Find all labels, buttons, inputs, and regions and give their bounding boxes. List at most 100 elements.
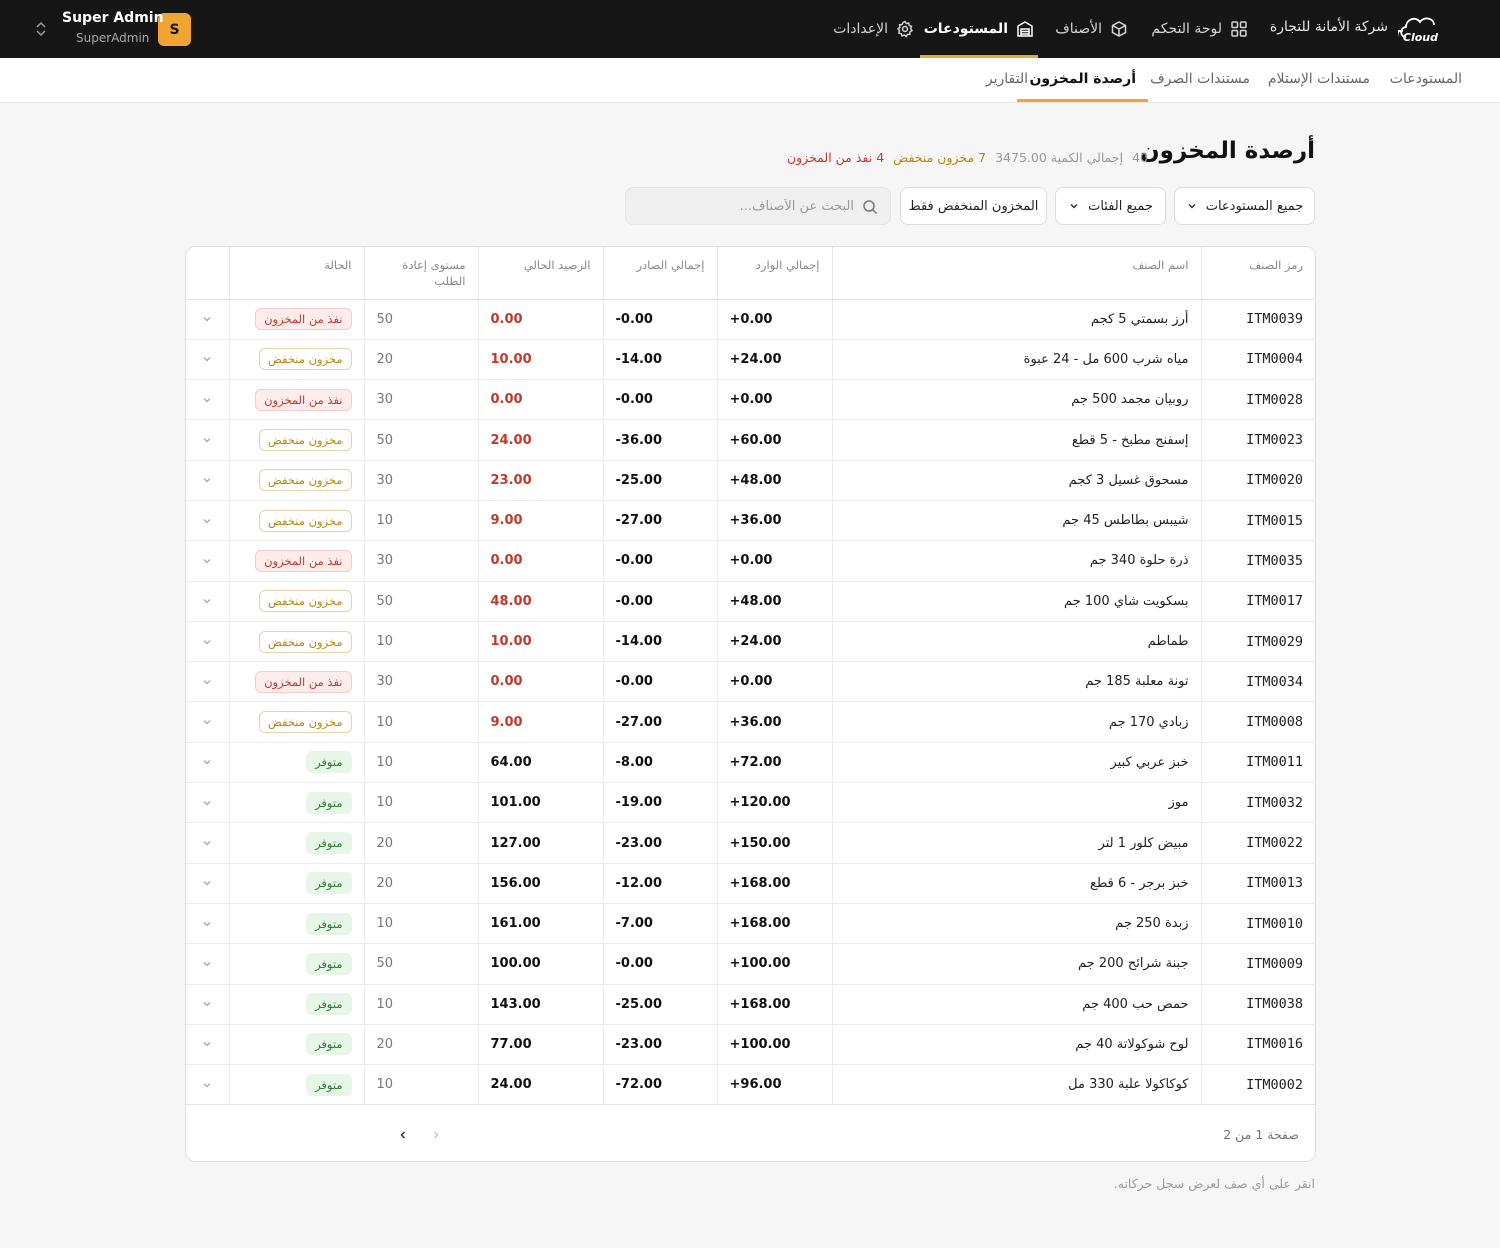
nav-settings[interactable]: الإعدادات: [833, 0, 914, 58]
item-name: جبنة شرائح 200 جم: [831, 943, 1201, 985]
nav-dashboard[interactable]: لوحة التحكم: [1151, 0, 1248, 58]
total-in: +100.00: [716, 943, 832, 985]
item-code: ITM0020: [1200, 460, 1315, 501]
col-code[interactable]: رمز الصنف: [1200, 247, 1315, 300]
table-row[interactable]: ITM0010 زبدة 250 جم +168.00 -7.00 161.00 10 مت…: [186, 903, 1315, 945]
chevron-down-icon: [203, 478, 211, 483]
table-row[interactable]: ITM0016 لوح شوكولاتة 40 جم +100.00 -23.00 77…: [186, 1024, 1315, 1066]
table-row[interactable]: ITM0023 إسفنج مطبخ - 5 قطع +60.00 -36.00 24.…: [186, 419, 1315, 461]
total-in: +0.00: [716, 379, 832, 421]
chevron-down-icon: [203, 961, 211, 967]
expand-row-button[interactable]: [186, 419, 229, 461]
table-row[interactable]: ITM0020 مسحوق غسيل 3 كجم +48.00 -25.00 23.00…: [186, 460, 1315, 501]
expand-row-button[interactable]: [186, 943, 229, 985]
item-name: حمص حب 400 جم: [831, 984, 1201, 1025]
table-row[interactable]: ITM0002 كوكاكولا علبة 330 مل +96.00 -72.00 2…: [186, 1064, 1315, 1106]
table-row[interactable]: ITM0039 أرز بسمتي 5 كجم +0.00 -0.00 0.00 50 نف…: [186, 299, 1315, 340]
total-in: +168.00: [716, 903, 832, 945]
nav-dashboard-label: لوحة التحكم: [1151, 21, 1222, 37]
category-filter[interactable]: جميع الفئات: [1055, 187, 1166, 225]
col-status[interactable]: الحالة: [228, 247, 364, 300]
reorder-level: 50: [363, 419, 478, 461]
next-page-button[interactable]: [393, 1125, 413, 1145]
total-in: +24.00: [716, 621, 832, 663]
expand-row-button[interactable]: [186, 540, 229, 582]
table-row[interactable]: ITM0035 ذرة حلوة 340 جم +0.00 -0.00 0.00 30 نف…: [186, 540, 1315, 582]
table-row[interactable]: ITM0011 خبز عربي كبير +72.00 -8.00 64.00 10 مت…: [186, 742, 1315, 784]
tab-balances[interactable]: أرصدة المخزون: [1017, 58, 1148, 102]
total-in: +48.00: [716, 581, 832, 622]
current-balance: 48.00: [477, 581, 603, 622]
table-row[interactable]: ITM0009 جبنة شرائح 200 جم +100.00 -0.00 100.…: [186, 943, 1315, 985]
total-out: -19.00: [602, 782, 717, 824]
total-in: +168.00: [716, 984, 832, 1025]
table-row[interactable]: ITM0022 مبيض كلور 1 لتر +150.00 -23.00 127.0…: [186, 822, 1315, 864]
expand-row-button[interactable]: [186, 1064, 229, 1106]
status-badge: مخزون منخفض: [258, 348, 352, 371]
search-input[interactable]: [644, 188, 854, 224]
total-quantity: إجمالي الكمية 3475.00: [995, 150, 1124, 165]
expand-row-button[interactable]: [186, 984, 229, 1025]
table-row[interactable]: ITM0004 مياه شرب 600 مل - 24 عبوة +24.00 -1…: [186, 339, 1315, 381]
chevron-down-icon: [203, 720, 211, 725]
col-balance[interactable]: الرصيد الحالي: [477, 247, 603, 300]
item-code: ITM0028: [1200, 379, 1315, 421]
nav-items[interactable]: الأصناف: [1055, 0, 1128, 58]
reorder-level: 50: [363, 299, 478, 340]
expand-row-button[interactable]: [186, 782, 229, 824]
reorder-level: 20: [363, 822, 478, 864]
table-row[interactable]: ITM0008 زبادي 170 جم +36.00 -27.00 9.00 10 مخز…: [186, 701, 1315, 743]
expand-row-button[interactable]: [186, 822, 229, 864]
expand-row-button[interactable]: [186, 903, 229, 945]
low-stock-only-button[interactable]: المخزون المنخفض فقط: [900, 187, 1047, 225]
item-code: ITM0039: [1200, 299, 1315, 340]
row-click-hint: انقر على أي صف لعرض سجل حركاته.: [1113, 1176, 1315, 1191]
table-row[interactable]: ITM0034 تونة معلبة 185 جم +0.00 -0.00 0.00 30…: [186, 661, 1315, 703]
expand-row-button[interactable]: [186, 299, 229, 340]
warehouse-filter[interactable]: جميع المستودعات: [1174, 187, 1315, 225]
chevron-up-down-icon[interactable]: [34, 20, 48, 38]
box-icon: [1111, 21, 1127, 37]
expand-row-button[interactable]: [186, 379, 229, 421]
prev-page-button[interactable]: [426, 1125, 446, 1145]
expand-row-button[interactable]: [186, 581, 229, 622]
total-out: -27.00: [602, 701, 717, 743]
item-name: ذرة حلوة 340 جم: [831, 540, 1201, 582]
col-reorder[interactable]: مستوى إعادة الطلب: [363, 247, 478, 300]
expand-row-button[interactable]: [186, 701, 229, 743]
tab-issues[interactable]: مستندات الصرف: [1150, 58, 1250, 102]
expand-row-button[interactable]: [186, 500, 229, 542]
expand-row-button[interactable]: [186, 1024, 229, 1066]
chevron-down-icon: [203, 921, 211, 927]
total-in: +100.00: [716, 1024, 832, 1066]
emtcloud-logo[interactable]: EMT Cloud: [1398, 13, 1474, 45]
tab-reports[interactable]: التقارير: [986, 58, 1028, 102]
warehouse-icon: [1017, 21, 1033, 37]
reorder-level: 10: [363, 701, 478, 743]
table-row[interactable]: ITM0013 خبز برجر - 6 قطع +168.00 -12.00 156.…: [186, 863, 1315, 904]
tab-warehouses[interactable]: المستودعات: [1390, 58, 1462, 102]
table-row[interactable]: ITM0029 طماطم +24.00 -14.00 10.00 10 مخزون منخ…: [186, 621, 1315, 663]
table-row[interactable]: ITM0017 بسكويت شاي 100 جم +48.00 -0.00 48.00…: [186, 581, 1315, 622]
expand-row-button[interactable]: [186, 863, 229, 904]
table-row[interactable]: ITM0032 موز +120.00 -19.00 101.00 10 متوفر: [186, 782, 1315, 824]
expand-row-button[interactable]: [186, 742, 229, 784]
tab-receipts[interactable]: مستندات الإستلام: [1268, 58, 1370, 102]
nav-warehouses[interactable]: المستودعات: [919, 0, 1039, 58]
item-code: ITM0011: [1200, 742, 1315, 784]
expand-row-button[interactable]: [186, 460, 229, 501]
low-stock-only-label: المخزون المنخفض فقط: [908, 198, 1039, 214]
status-badge: نفذ من المخزون: [255, 670, 352, 693]
total-in: +72.00: [716, 742, 832, 784]
item-name: كوكاكولا علبة 330 مل: [831, 1064, 1201, 1106]
expand-row-button[interactable]: [186, 339, 229, 381]
expand-row-button[interactable]: [186, 661, 229, 703]
expand-row-button[interactable]: [186, 621, 229, 663]
col-name[interactable]: اسم الصنف: [831, 247, 1201, 300]
chevron-down-icon: [203, 1002, 211, 1007]
table-row[interactable]: ITM0038 حمص حب 400 جم +168.00 -25.00 143.00 1…: [186, 984, 1315, 1025]
col-total-in[interactable]: إجمالي الوارد: [716, 247, 832, 300]
col-total-out[interactable]: إجمالي الصادر: [602, 247, 717, 300]
table-row[interactable]: ITM0015 شيبس بطاطس 45 جم +36.00 -27.00 9.00 1…: [186, 500, 1315, 542]
table-row[interactable]: ITM0028 روبيان مجمد 500 جم +0.00 -0.00 0.00 3…: [186, 379, 1315, 421]
